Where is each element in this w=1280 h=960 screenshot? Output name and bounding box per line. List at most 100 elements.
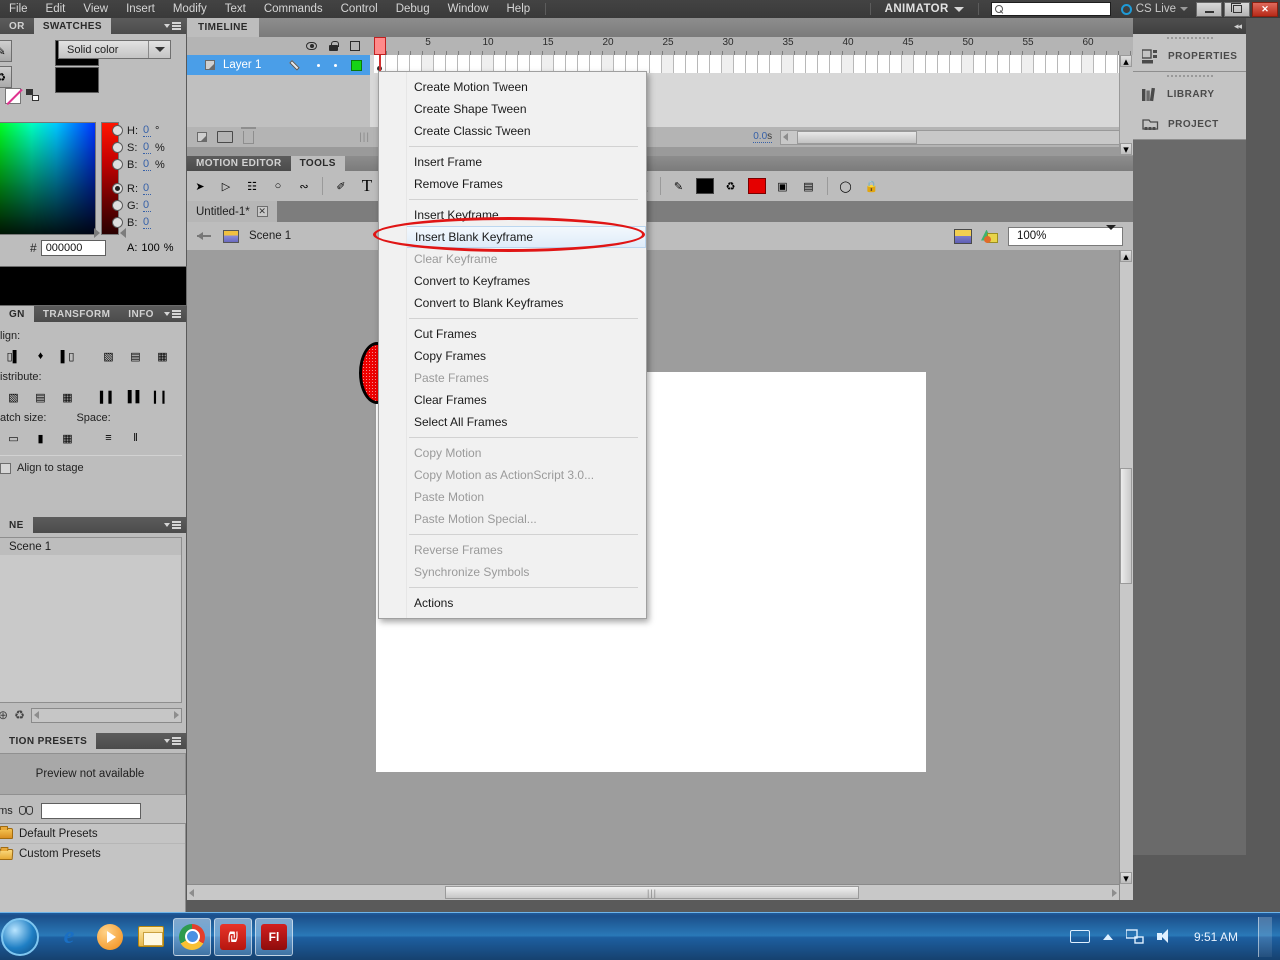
color-panel-menu-button[interactable] <box>164 18 186 34</box>
channel-brightness[interactable]: B: 0 % <box>112 156 187 173</box>
google-chrome-icon[interactable] <box>173 917 211 956</box>
alpha-value[interactable]: 100 <box>141 242 159 254</box>
context-menu-item[interactable]: Create Classic Tween <box>379 120 646 142</box>
close-icon[interactable]: ✕ <box>256 206 268 217</box>
context-menu-item[interactable]: Copy Frames <box>379 345 646 367</box>
distribute-left-edge-icon[interactable]: ▍▍ <box>95 386 122 408</box>
timeline-frame-cell[interactable] <box>938 55 950 73</box>
context-menu-item[interactable]: Remove Frames <box>379 173 646 195</box>
timeline-frame-cell[interactable] <box>782 55 794 73</box>
timeline-frame-cell[interactable] <box>1058 55 1070 73</box>
tab-transform[interactable]: TRANSFORM <box>34 306 119 322</box>
outline-color-swatch[interactable] <box>351 59 362 71</box>
stroke-color-tool-icon[interactable]: ✎ <box>0 40 12 62</box>
timeline-frame-cell[interactable] <box>998 55 1010 73</box>
windows-explorer-icon[interactable] <box>132 918 170 956</box>
tab-swatches[interactable]: SWATCHES <box>33 18 111 34</box>
timeline-frame-cell[interactable] <box>806 55 818 73</box>
channel-green[interactable]: G: 0 <box>112 197 187 214</box>
scrollbar-thumb[interactable] <box>797 130 918 144</box>
playhead-marker[interactable] <box>374 37 386 55</box>
align-to-stage-row[interactable]: Align to stage <box>0 462 186 474</box>
back-arrow-icon[interactable] <box>197 230 213 242</box>
list-item[interactable]: Scene 1 <box>0 538 181 555</box>
context-menu-item[interactable]: Create Motion Tween <box>379 76 646 98</box>
timeline-frame-cell[interactable] <box>962 55 974 73</box>
scene-horizontal-scrollbar[interactable] <box>30 707 182 723</box>
dock-item-properties[interactable]: PROPERTIES <box>1133 41 1246 71</box>
drag-handle[interactable] <box>1133 34 1246 41</box>
align-right-edge-icon[interactable]: ▌▯ <box>54 345 81 367</box>
cs-live-button[interactable]: CS Live <box>1117 3 1180 15</box>
scroll-left-icon[interactable] <box>189 888 194 897</box>
channel-saturation[interactable]: S: 0 % <box>112 139 187 156</box>
edit-symbols-icon[interactable] <box>981 229 999 244</box>
visibility-toggle-icon[interactable] <box>317 63 320 67</box>
clock[interactable]: 9:51 AM <box>1187 930 1245 944</box>
menu-commands[interactable]: Commands <box>255 0 332 18</box>
align-to-stage-checkbox[interactable] <box>0 462 11 474</box>
timeline-frame-cell[interactable] <box>890 55 902 73</box>
hex-input[interactable]: 000000 <box>40 240 106 256</box>
minimize-button[interactable] <box>1196 1 1222 17</box>
preset-search-input[interactable] <box>40 803 141 819</box>
timeline-frame-cell[interactable] <box>710 55 722 73</box>
tab-motion-presets[interactable]: TION PRESETS <box>0 733 97 749</box>
align-left-edge-icon[interactable]: ▯▌ <box>0 345 27 367</box>
zoom-level-select[interactable]: 100% <box>1008 225 1123 246</box>
breadcrumb[interactable]: Scene 1 <box>249 230 291 242</box>
timeline-frame-cell[interactable] <box>1094 55 1106 73</box>
add-scene-icon[interactable]: ⊕ <box>0 708 8 722</box>
timeline-layer-row[interactable]: Layer 1 <box>187 55 370 75</box>
timeline-frame-cell[interactable] <box>1010 55 1022 73</box>
distribute-horizontal-center-icon[interactable]: ▌▌ <box>122 386 149 408</box>
channel-value[interactable]: 0 <box>143 199 151 212</box>
keyboard-language-icon[interactable] <box>1070 930 1090 943</box>
context-menu-item[interactable]: Clear Frames <box>379 389 646 411</box>
timeline-ruler[interactable]: 151015202530354045505560657075808590 <box>370 37 1133 55</box>
pencil-icon[interactable]: ✎ <box>666 173 692 199</box>
menu-help[interactable]: Help <box>498 0 540 18</box>
object-drawing-icon[interactable]: ▤ <box>796 173 822 199</box>
match-width-and-height-icon[interactable]: ▦ <box>54 427 81 449</box>
new-folder-icon[interactable] <box>217 131 233 143</box>
fill-color-tool-icon[interactable]: ♻ <box>0 66 12 88</box>
stroke-color-swatch[interactable] <box>692 173 718 199</box>
timeline-frame-cell[interactable] <box>1070 55 1082 73</box>
space-evenly-horizontally-icon[interactable]: ‖ <box>122 427 149 449</box>
pen-icon[interactable]: ✐ <box>328 173 354 199</box>
space-evenly-vertically-icon[interactable]: ≡ <box>95 427 122 449</box>
document-tab[interactable]: Untitled-1* ✕ <box>187 201 277 222</box>
align-bottom-edge-icon[interactable]: ▦ <box>149 345 176 367</box>
volume-icon[interactable] <box>1157 929 1174 944</box>
menu-edit[interactable]: Edit <box>37 0 75 18</box>
menu-debug[interactable]: Debug <box>387 0 439 18</box>
stage-horizontal-scrollbar[interactable]: ||| <box>187 884 1119 900</box>
outline-square-icon[interactable] <box>350 41 360 51</box>
fill-color-swatch[interactable] <box>55 67 99 93</box>
timeline-vertical-scrollbar[interactable]: ▴ ▾ <box>1119 55 1133 156</box>
context-menu-item[interactable]: Insert Keyframe <box>379 204 646 226</box>
fill-color-swatch[interactable] <box>744 173 770 199</box>
channel-value[interactable]: 0 <box>143 141 151 154</box>
frame-context-menu[interactable]: Create Motion Tween Create Shape Tween Cre… <box>378 71 647 619</box>
scroll-down-icon[interactable]: ▾ <box>1120 872 1132 885</box>
swap-colors-icon[interactable] <box>26 89 41 103</box>
scroll-left-icon[interactable] <box>783 133 789 141</box>
timeline-frame-cell[interactable] <box>650 55 662 73</box>
timeline-frame-cell[interactable] <box>878 55 890 73</box>
distribute-vertical-center-icon[interactable]: ▤ <box>27 386 54 408</box>
scrollbar-thumb[interactable] <box>1120 468 1132 584</box>
tab-info[interactable]: INFO <box>119 306 163 322</box>
paint-bucket-icon[interactable]: ♻ <box>718 173 744 199</box>
menu-text[interactable]: Text <box>216 0 255 18</box>
workspace-switcher[interactable]: ANIMATOR <box>877 3 972 15</box>
tab-align[interactable]: GN <box>0 306 34 322</box>
text-icon[interactable]: T <box>354 173 380 199</box>
scroll-down-icon[interactable]: ▾ <box>1120 143 1132 156</box>
stage-vertical-scrollbar[interactable]: ▴ ▾ <box>1119 250 1133 900</box>
search-presets-icon[interactable] <box>18 806 35 816</box>
oval-shape-icon[interactable]: ◯ <box>833 173 859 199</box>
context-menu-item[interactable]: Select All Frames <box>379 411 646 433</box>
dock-collapse-bar[interactable]: ◂◂ <box>1133 18 1246 34</box>
